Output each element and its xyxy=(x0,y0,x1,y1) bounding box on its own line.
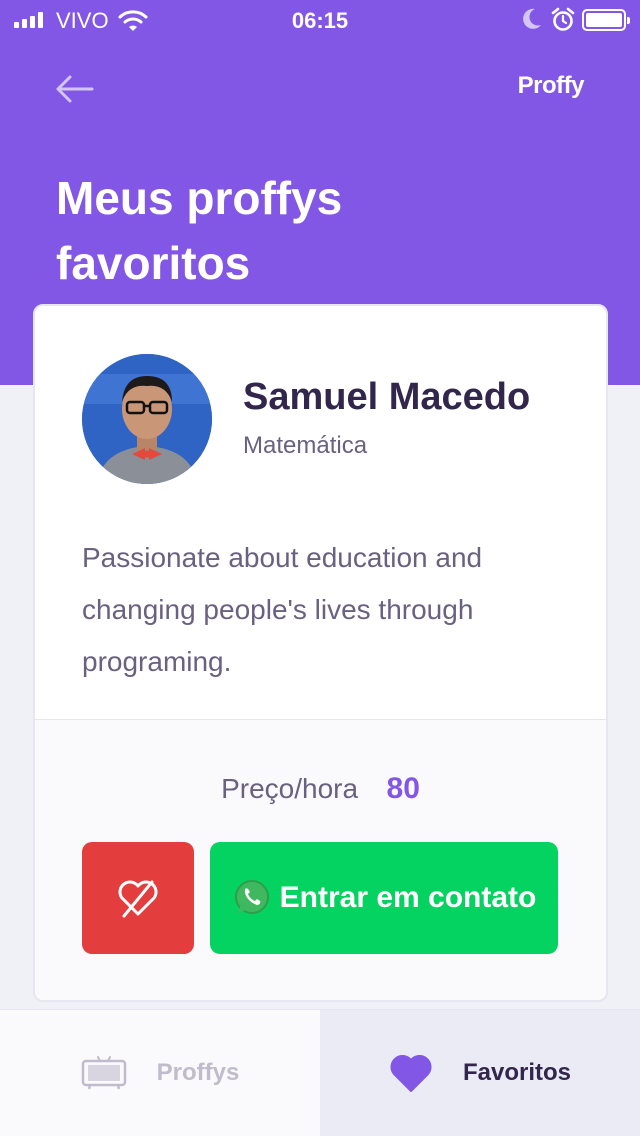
status-time: 06:15 xyxy=(291,8,349,33)
tab-favoritos-label: Favoritos xyxy=(462,1059,572,1086)
status-bar: VIVO 06:15 xyxy=(0,0,640,40)
tv-icon xyxy=(81,1056,126,1090)
back-button[interactable] xyxy=(54,74,94,104)
proffy-logo: Proffy xyxy=(517,72,585,99)
teacher-card: Samuel Macedo Matemática Passionate abou… xyxy=(33,304,608,1002)
tab-favoritos[interactable]: Favoritos xyxy=(320,1010,640,1136)
battery-icon xyxy=(582,9,630,31)
teacher-subject: Matemática xyxy=(243,432,368,459)
teacher-name: Samuel Macedo xyxy=(243,376,531,418)
card-footer: Preço/hora 80 Entrar em contato xyxy=(35,719,606,1000)
contact-button-label: Entrar em contato xyxy=(279,881,537,914)
arrow-left-icon xyxy=(56,75,94,103)
price-label: Preço/hora xyxy=(221,773,359,804)
tab-proffys-label: Proffys xyxy=(156,1059,240,1086)
avatar xyxy=(82,354,212,484)
tab-bar: Proffys Favoritos xyxy=(0,1009,640,1136)
alarm-clock-icon xyxy=(551,7,575,31)
heart-icon xyxy=(390,1055,432,1092)
tab-proffys[interactable]: Proffys xyxy=(0,1010,320,1136)
page-title: Meus proffys favoritos xyxy=(56,172,343,289)
teacher-bio: Passionate about education and changing … xyxy=(82,542,483,677)
moon-icon xyxy=(523,8,541,29)
unfavorite-button[interactable] xyxy=(82,842,194,954)
price-value: 80 xyxy=(386,772,420,805)
whatsapp-icon xyxy=(234,880,269,914)
heart-outline-slash-icon xyxy=(118,880,158,918)
price-row: Preço/hora 80 xyxy=(35,772,606,806)
contact-button[interactable]: Entrar em contato xyxy=(210,842,558,954)
